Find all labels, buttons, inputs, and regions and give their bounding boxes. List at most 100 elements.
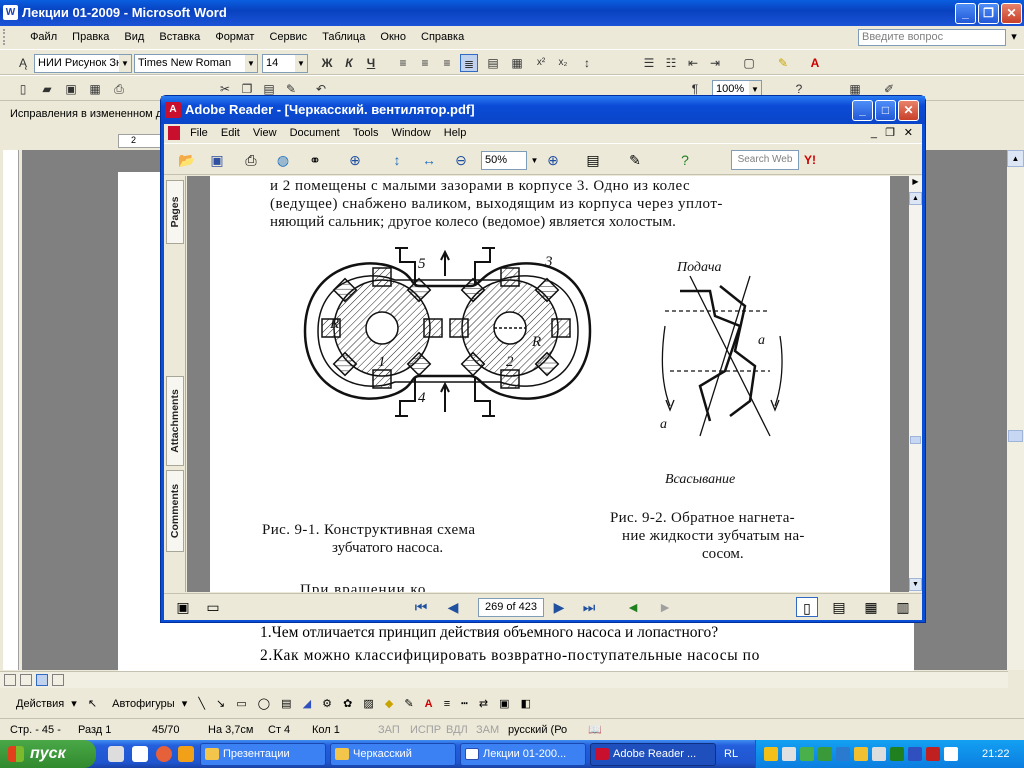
taskbar-item-adobe-reader[interactable]: Adobe Reader ... <box>590 743 716 766</box>
chevron-down-icon[interactable]: ▼ <box>245 55 257 72</box>
normal-view-icon[interactable] <box>4 674 16 686</box>
bullets-icon[interactable]: ☷ <box>662 54 680 72</box>
search-binoculars-icon[interactable]: ⚭ <box>304 150 326 170</box>
language-indicator[interactable]: RL <box>724 740 738 768</box>
wordart-icon[interactable]: ◢ <box>299 692 315 716</box>
autoshapes-menu[interactable]: Автофигуры ▾ <box>104 692 191 716</box>
print-preview-icon[interactable]: ▣ <box>172 597 194 617</box>
print-layout-icon[interactable] <box>36 674 48 686</box>
antivirus-icon[interactable] <box>800 747 814 761</box>
quicklaunch-network-icon[interactable] <box>108 746 124 762</box>
quicklaunch-browser-icon[interactable] <box>156 746 172 762</box>
justify-icon[interactable]: ≣ <box>460 54 478 72</box>
fit-page-icon[interactable]: ↕ <box>386 150 408 170</box>
fit-width-icon[interactable]: ↔ <box>418 150 440 170</box>
search-web-input[interactable]: Search Web <box>731 150 799 170</box>
pages-layout-icon[interactable]: ▤ <box>582 150 604 170</box>
open-folder-icon[interactable]: ▰ <box>38 80 56 98</box>
revision-display-combo[interactable]: Исправления в измененном д <box>10 108 162 120</box>
security-alert-icon[interactable] <box>854 747 868 761</box>
save-icon[interactable]: ▣ <box>62 80 80 98</box>
open-folder-icon[interactable]: 📂 <box>176 150 198 170</box>
chevron-down-icon[interactable]: ▼ <box>295 55 307 72</box>
zoom-out-icon[interactable]: ⊖ <box>450 150 472 170</box>
usb-icon[interactable] <box>944 747 958 761</box>
word-app-icon[interactable]: W <box>3 5 18 20</box>
next-page-icon[interactable]: ▶ <box>548 597 570 617</box>
bluetooth-icon[interactable] <box>908 747 922 761</box>
reader-minimize-button[interactable]: _ <box>852 100 873 121</box>
page-number-input[interactable]: 269 of 423 <box>478 598 544 617</box>
toolbar-grip[interactable] <box>3 29 17 45</box>
permission-icon[interactable]: ▦ <box>86 80 104 98</box>
pdf-page[interactable]: и 2 помещены с малыми зазорами в корпусе… <box>210 176 890 592</box>
select-objects-icon[interactable]: ↖ <box>84 692 101 716</box>
reader-menu-edit[interactable]: Edit <box>216 124 245 142</box>
clipart-icon[interactable]: ✿ <box>339 692 356 716</box>
quicklaunch-extra-icon[interactable] <box>178 746 194 762</box>
reviewing-toolbar[interactable]: Исправления в измененном д <box>0 102 170 126</box>
clipboard-icon[interactable]: ▦ <box>508 54 526 72</box>
borders-icon[interactable]: ▢ <box>740 54 758 72</box>
edit-tools-icon[interactable]: ✎ <box>624 150 646 170</box>
sync-icon[interactable] <box>818 747 832 761</box>
zoom-in-tool-icon[interactable]: ⊕ <box>344 150 366 170</box>
print-icon[interactable]: ⎙ <box>110 80 128 98</box>
new-document-icon[interactable]: ▯ <box>14 80 32 98</box>
line-spacing-icon[interactable]: ↕ <box>578 54 596 72</box>
reader-menu-window[interactable]: Window <box>387 124 436 142</box>
doc-restore-icon[interactable]: ❐ <box>880 124 900 142</box>
taskbar-item-cherkassky[interactable]: Черкасский <box>330 743 456 766</box>
scroll-down-icon[interactable]: ▼ <box>909 578 922 591</box>
textbox-icon[interactable]: ▤ <box>277 692 295 716</box>
arrow-icon[interactable]: ↘ <box>212 692 229 716</box>
menu-view[interactable]: Вид <box>118 26 150 48</box>
line-icon[interactable]: ╲ <box>194 692 209 716</box>
menu-file[interactable]: Файл <box>24 26 63 48</box>
status-ext[interactable]: ВДЛ <box>446 719 468 741</box>
document-line[interactable]: 2.Как можно классифицировать возвратно-п… <box>260 647 760 665</box>
reader-menu-document[interactable]: Document <box>285 124 345 142</box>
shadow-icon[interactable]: ▣ <box>495 692 513 716</box>
clock[interactable]: 21:22 <box>982 740 1010 768</box>
menu-edit[interactable]: Правка <box>66 26 115 48</box>
status-ovr[interactable]: ЗАМ <box>476 719 499 741</box>
scroll-up-icon[interactable]: ▲ <box>1007 150 1024 167</box>
underline-button[interactable]: Ч <box>362 54 380 72</box>
horizontal-scrollbar[interactable] <box>0 671 1008 688</box>
chevron-down-icon[interactable]: ▼ <box>119 55 131 72</box>
continuous-facing-icon[interactable]: ▥ <box>892 597 914 617</box>
page-forward-icon[interactable]: ▶ <box>909 176 922 188</box>
font-color-icon[interactable]: A <box>806 54 824 72</box>
yahoo-icon[interactable]: Y! <box>804 150 834 170</box>
save-icon[interactable]: ▣ <box>206 150 228 170</box>
menu-format[interactable]: Формат <box>209 26 260 48</box>
reader-close-button[interactable]: ✕ <box>898 100 919 121</box>
menu-window[interactable]: Окно <box>374 26 412 48</box>
quicklaunch-desktop-icon[interactable] <box>132 746 148 762</box>
outline-view-icon[interactable] <box>52 674 64 686</box>
taskbar-item-word[interactable]: Лекции 01-200... <box>460 743 586 766</box>
help-question-input[interactable]: Введите вопрос ▾ <box>858 29 1017 46</box>
styles-pane-icon[interactable]: Ą <box>14 54 32 72</box>
status-page[interactable]: Стр. - 45 - <box>10 719 61 741</box>
diagram-icon[interactable]: ⚙ <box>318 692 336 716</box>
last-page-icon[interactable]: ⏭ <box>578 597 600 617</box>
reader-menu-help[interactable]: Help <box>439 124 472 142</box>
go-forward-icon[interactable]: ► <box>654 597 676 617</box>
dash-style-icon[interactable]: ┅ <box>457 692 472 716</box>
font-color-icon[interactable]: A <box>421 692 437 716</box>
reader-menu-view[interactable]: View <box>248 124 282 142</box>
line-color-icon[interactable]: ✎ <box>400 692 417 716</box>
email-icon[interactable]: ◍ <box>272 150 294 170</box>
zoom-combo[interactable]: 50% ▼ <box>481 151 538 170</box>
align-right-icon[interactable]: ≡ <box>438 54 456 72</box>
single-page-icon[interactable]: ▯ <box>796 597 818 617</box>
previous-page-icon[interactable]: ◀ <box>442 597 464 617</box>
chevron-down-icon[interactable]: ▼ <box>528 152 541 169</box>
pdf-document-icon[interactable] <box>168 126 180 141</box>
update-icon[interactable] <box>890 747 904 761</box>
word-title-bar[interactable]: W Лекции 01-2009 - Microsoft Word _ ❐ ✕ <box>0 0 1024 26</box>
tab-pages[interactable]: Pages <box>166 180 184 244</box>
shield-icon[interactable] <box>764 747 778 761</box>
